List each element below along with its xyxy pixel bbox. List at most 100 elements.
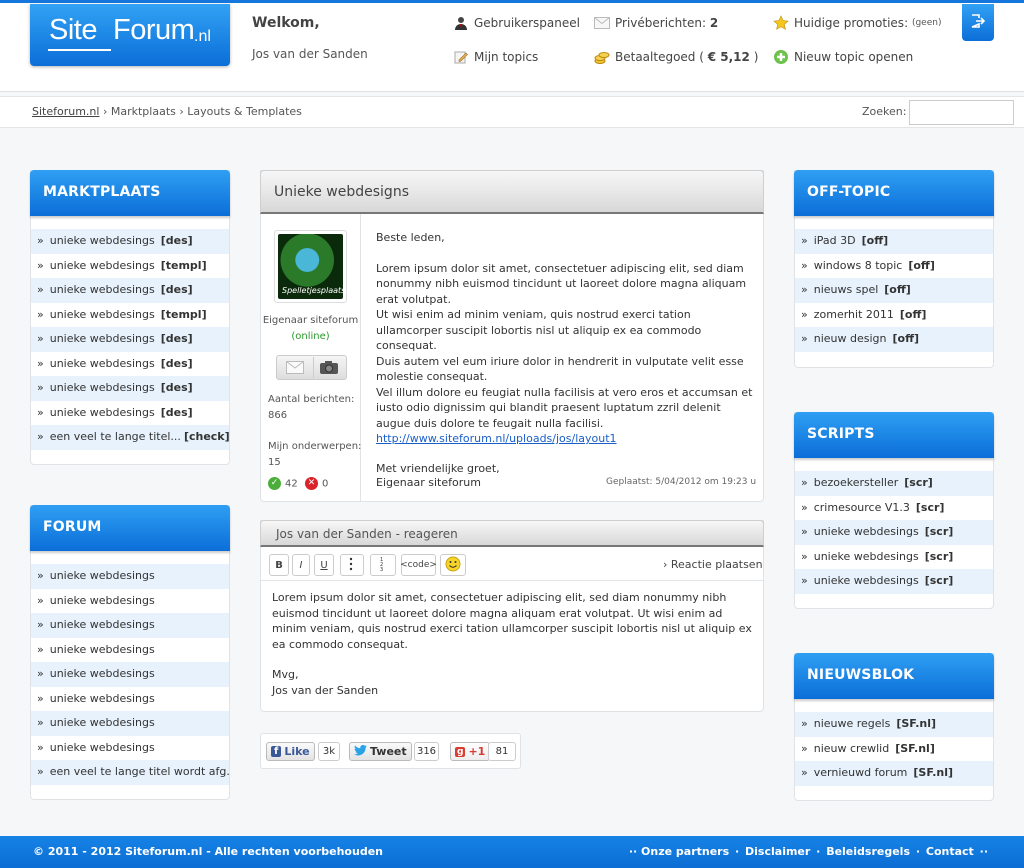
- list-item[interactable]: » unieke webdesings: [31, 736, 229, 761]
- logo-part-forum: Forum: [113, 14, 195, 46]
- item-label: crimesource V1.3: [813, 500, 910, 514]
- item-tag: [des]: [160, 356, 193, 370]
- underline-button[interactable]: U: [314, 554, 334, 576]
- list-item[interactable]: » unieke webdesings: [31, 564, 229, 589]
- smiley-icon: [445, 556, 461, 575]
- item-tag: [off]: [908, 258, 935, 272]
- widget-forum: FORUM » unieke webdesings » unieke webdesi…: [30, 505, 230, 800]
- breadcrumb-marktplaats[interactable]: Marktplaats: [111, 105, 176, 118]
- list-item[interactable]: » unieke webdesings: [31, 662, 229, 687]
- item-tag: [off]: [899, 307, 927, 321]
- list-item[interactable]: » unieke webdesings: [31, 613, 229, 638]
- plus-count: 81: [488, 742, 516, 761]
- list-item[interactable]: » unieke webdesings: [31, 638, 229, 663]
- widget-list: » nieuwe regels [SF.nl] » nieuw crewlid [SF.…: [795, 712, 993, 786]
- list-item[interactable]: » unieke webdesings [templ]: [31, 303, 229, 328]
- list-item[interactable]: » unieke webdesings [scr]: [795, 545, 993, 570]
- submit-reply-button[interactable]: › Reactie plaatsen: [663, 558, 763, 571]
- list-item[interactable]: » nieuw design [off]: [795, 327, 993, 352]
- list-item[interactable]: » nieuw crewlid [SF.nl]: [795, 737, 993, 762]
- search-label: Zoeken:: [862, 105, 907, 118]
- list-item[interactable]: » crimesource V1.3 [scr]: [795, 496, 993, 521]
- post-paragraph: Lorem ipsum dolor sit amet, consectetuer…: [376, 261, 747, 306]
- item-label: bezoekersteller: [813, 476, 899, 489]
- footer-link-disclaimer[interactable]: Disclaimer: [745, 845, 810, 858]
- vote-up[interactable]: ✓ 42: [268, 477, 298, 490]
- footer-link-partners[interactable]: ·· Onze partners: [629, 845, 729, 858]
- item-tag: [des]: [160, 405, 193, 419]
- social-share-bar: f Like 3k Tweet 316 g +1 81: [260, 733, 521, 769]
- list-item[interactable]: » unieke webdesings [templ]: [31, 254, 229, 279]
- list-item[interactable]: » unieke webdesings [des]: [31, 352, 229, 377]
- list-item[interactable]: » unieke webdesings: [31, 687, 229, 712]
- item-tag: [des]: [160, 381, 193, 394]
- item-label: unieke webdesings: [49, 307, 155, 321]
- private-messages-link[interactable]: Privéberichten: 2: [594, 15, 718, 31]
- footer-link-policy[interactable]: Beleidsregels: [826, 845, 910, 858]
- search-input[interactable]: [909, 100, 1014, 125]
- list-item[interactable]: » bezoekersteller [scr]: [795, 471, 993, 496]
- breadcrumb-layouts[interactable]: Layouts & Templates: [187, 105, 302, 118]
- vote-down[interactable]: ✕ 0: [305, 477, 328, 490]
- list-item[interactable]: » een veel te lange titel... [check]: [31, 425, 229, 450]
- footer: © 2011 - 2012 Siteforum.nl - Alle rechte…: [0, 836, 1024, 868]
- list-item[interactable]: » unieke webdesings [des]: [31, 278, 229, 303]
- list-item[interactable]: » unieke webdesings [des]: [31, 376, 229, 401]
- tweet-button[interactable]: Tweet: [349, 742, 412, 761]
- avatar-image: Spelletjesplaats.be: [278, 234, 358, 299]
- bullet-list-button[interactable]: [340, 554, 364, 576]
- widget-title: MARKTPLAATS: [30, 170, 230, 216]
- smiley-button[interactable]: [440, 554, 466, 576]
- coins-icon: [594, 49, 610, 65]
- reply-textarea[interactable]: Lorem ipsum dolor sit amet, consectetuer…: [272, 590, 752, 698]
- welcome-text: Welkom,: [252, 15, 320, 31]
- balance-link[interactable]: Betaaltegoed ( € 5,12 ): [594, 49, 758, 65]
- mail-icon[interactable]: [286, 361, 304, 377]
- list-item[interactable]: » zomerhit 2011 [off]: [795, 303, 993, 328]
- logo-part-site: Site: [49, 14, 97, 46]
- item-label: een veel te lange titel wordt afg...: [49, 765, 229, 778]
- private-messages-count: 2: [709, 16, 719, 30]
- breadcrumb-separator: ›: [179, 105, 184, 118]
- camera-icon[interactable]: [319, 360, 339, 378]
- footer-link-contact[interactable]: Contact: [926, 845, 974, 858]
- list-item[interactable]: » windows 8 topic [off]: [795, 254, 993, 279]
- site-logo[interactable]: Site Forum .nl: [30, 4, 230, 66]
- list-item[interactable]: » unieke webdesings [des]: [31, 401, 229, 426]
- list-item[interactable]: » nieuwe regels [SF.nl]: [795, 712, 993, 737]
- logout-button[interactable]: [962, 4, 994, 41]
- code-button[interactable]: <code>: [400, 554, 437, 576]
- item-label: unieke webdesings: [49, 283, 155, 296]
- topics-count: 15: [268, 457, 281, 468]
- promotions-link[interactable]: Huidige promoties: (geen): [773, 15, 941, 31]
- avatar-caption: Spelletjesplaats.be: [282, 286, 358, 295]
- new-topic-link[interactable]: Nieuw topic openen: [773, 49, 913, 65]
- list-item[interactable]: » unieke webdesings [scr]: [795, 520, 993, 545]
- userpanel-link[interactable]: Gebruikerspaneel: [453, 15, 580, 31]
- facebook-like-button[interactable]: f Like: [266, 742, 315, 761]
- list-item[interactable]: » unieke webdesings [scr]: [795, 569, 993, 594]
- italic-button[interactable]: I: [292, 554, 310, 576]
- list-item[interactable]: » nieuws spel [off]: [795, 278, 993, 303]
- like-label: Like: [284, 745, 310, 758]
- list-item[interactable]: » unieke webdesings: [31, 711, 229, 736]
- google-plus-button[interactable]: g +1: [450, 742, 491, 761]
- list-item[interactable]: » unieke webdesings [des]: [31, 229, 229, 254]
- bold-button[interactable]: B: [269, 554, 289, 576]
- my-topics-link[interactable]: Mijn topics: [453, 49, 538, 65]
- post-link[interactable]: http://www.siteforum.nl/uploads/jos/layo…: [376, 432, 617, 445]
- list-item[interactable]: » vernieuwd forum [SF.nl]: [795, 761, 993, 786]
- breadcrumb-home[interactable]: Siteforum.nl: [32, 105, 99, 118]
- cross-icon: ✕: [305, 477, 318, 490]
- post-body: Beste leden, Lorem ipsum dolor sit amet,…: [376, 230, 756, 476]
- list-item[interactable]: » iPad 3D [off]: [795, 229, 993, 254]
- list-item[interactable]: » unieke webdesings [des]: [31, 327, 229, 352]
- numbered-list-button[interactable]: 123: [370, 554, 396, 576]
- author-avatar[interactable]: Spelletjesplaats.be: [274, 230, 358, 303]
- item-label: unieke webdesings: [813, 574, 919, 587]
- topics-count-label: Mijn onderwerpen:: [268, 441, 362, 452]
- list-item[interactable]: » unieke webdesings: [31, 589, 229, 614]
- new-topic-label: Nieuw topic openen: [794, 50, 914, 64]
- list-item[interactable]: » een veel te lange titel wordt afg...: [31, 760, 229, 785]
- promotions-value: (geen): [911, 18, 942, 28]
